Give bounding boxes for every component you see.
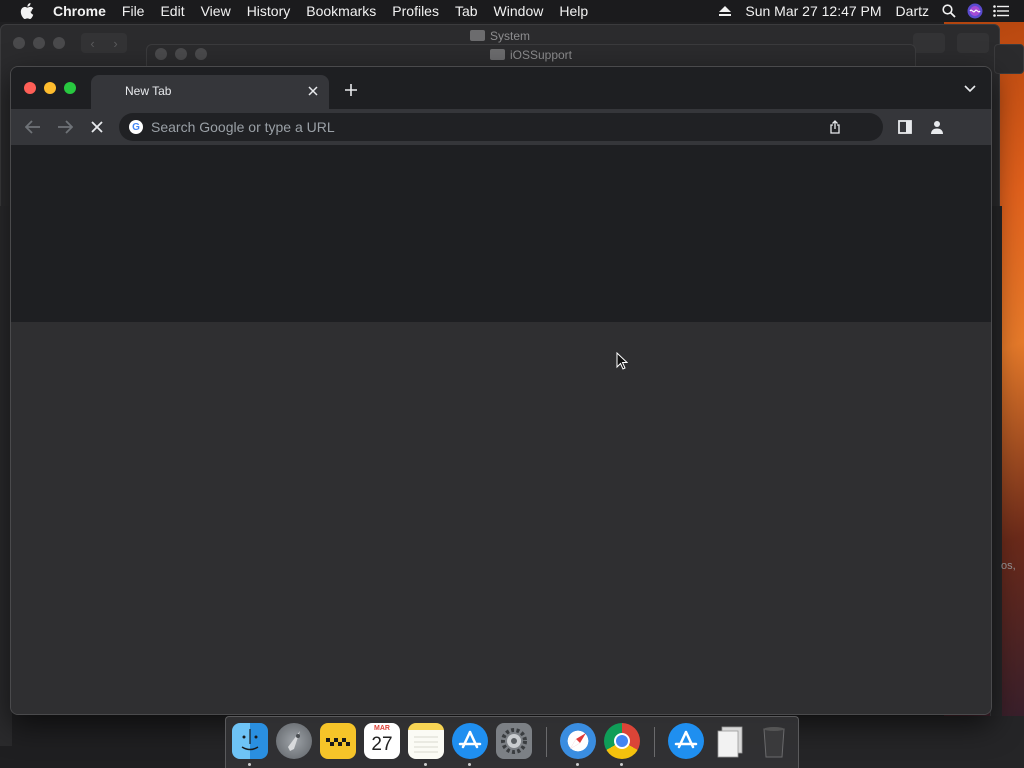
siri-icon[interactable] [962, 0, 988, 22]
tab-strip: New Tab [11, 67, 991, 109]
page-content-top [11, 145, 991, 322]
chrome-window: New Tab G [10, 66, 992, 715]
dock-running-indicator [248, 763, 251, 766]
google-g-icon: G [129, 120, 143, 134]
menu-app-name[interactable]: Chrome [53, 0, 114, 22]
menu-bar-user[interactable]: Dartz [889, 0, 936, 22]
tab-close-icon[interactable] [305, 83, 321, 99]
dock: MAR 27 [225, 716, 799, 768]
calendar-day: 27 [371, 734, 393, 755]
dock-app-store-icon[interactable] [452, 723, 488, 759]
minimize-window-button[interactable] [44, 82, 56, 94]
menu-bookmarks[interactable]: Bookmarks [298, 0, 384, 22]
browser-toolbar: G [11, 109, 991, 145]
dock-chrome-icon[interactable] [604, 723, 640, 759]
window-controls [24, 82, 76, 94]
side-panel-icon[interactable] [895, 117, 915, 137]
dock-app-store-folder-icon[interactable] [668, 723, 704, 759]
dock-trash-icon[interactable] [756, 723, 792, 759]
stop-loading-icon[interactable] [87, 117, 107, 137]
dock-launchpad-icon[interactable] [276, 723, 312, 759]
omnibox[interactable]: G [119, 113, 883, 141]
forward-arrow-icon[interactable] [55, 117, 75, 137]
notification-center-icon[interactable] [988, 0, 1014, 22]
share-button[interactable] [913, 33, 945, 53]
dock-separator [654, 727, 655, 757]
maximize-window-button[interactable] [64, 82, 76, 94]
background-window-text: os, [1001, 560, 1016, 572]
close-window-button[interactable] [24, 82, 36, 94]
dock-running-indicator [576, 763, 579, 766]
tab-new-tab[interactable]: New Tab [91, 75, 329, 109]
profile-avatar-icon[interactable] [927, 117, 947, 137]
spotlight-search-icon[interactable] [936, 0, 962, 22]
dock-notes-icon[interactable] [408, 723, 444, 759]
dock-running-indicator [468, 763, 471, 766]
menu-help[interactable]: Help [551, 0, 596, 22]
dock-separator [546, 727, 547, 757]
finder-window-title-text: iOSSupport [509, 48, 573, 62]
menu-edit[interactable]: Edit [152, 0, 192, 22]
dock-system-preferences-icon[interactable] [496, 723, 532, 759]
mouse-pointer-icon [616, 351, 629, 375]
omnibox-input[interactable] [151, 113, 791, 141]
dock-safari-icon[interactable] [560, 723, 596, 759]
dock-running-indicator [620, 763, 623, 766]
menu-history[interactable]: History [239, 0, 299, 22]
menu-view[interactable]: View [193, 0, 239, 22]
folder-icon [469, 30, 485, 41]
dock-running-indicator [424, 763, 427, 766]
new-tab-plus-icon[interactable] [341, 80, 361, 100]
menu-bar: Chrome File Edit View History Bookmarks … [0, 0, 1024, 22]
menu-bar-clock[interactable]: Sun Mar 27 12:47 PM [738, 0, 888, 22]
calendar-month: MAR [374, 725, 390, 732]
menu-file[interactable]: File [114, 0, 153, 22]
dock-taxi-app-icon[interactable] [320, 723, 356, 759]
page-content-bottom [11, 322, 991, 714]
menu-bar-status-area: Sun Mar 27 12:47 PM Dartz [712, 0, 1024, 22]
dock-documents-stack-icon[interactable] [712, 723, 748, 759]
finder-window-partial-right[interactable] [994, 44, 1024, 74]
menu-tab[interactable]: Tab [447, 0, 486, 22]
menu-window[interactable]: Window [486, 0, 552, 22]
folder-icon [489, 49, 505, 60]
back-arrow-icon[interactable] [23, 117, 43, 137]
apple-menu-icon[interactable] [20, 0, 36, 22]
finder-window-title-text: System [489, 29, 530, 43]
tab-search-chevron-down-icon[interactable] [963, 82, 977, 96]
share-icon[interactable] [827, 119, 843, 135]
window-tile-button[interactable] [957, 33, 989, 53]
tab-title: New Tab [125, 84, 172, 98]
finder-window-title: iOSSupport [147, 45, 915, 65]
eject-icon[interactable] [712, 0, 738, 22]
dock-calendar-icon[interactable]: MAR 27 [364, 723, 400, 759]
menu-profiles[interactable]: Profiles [384, 0, 447, 22]
dock-finder-icon[interactable] [232, 723, 268, 759]
